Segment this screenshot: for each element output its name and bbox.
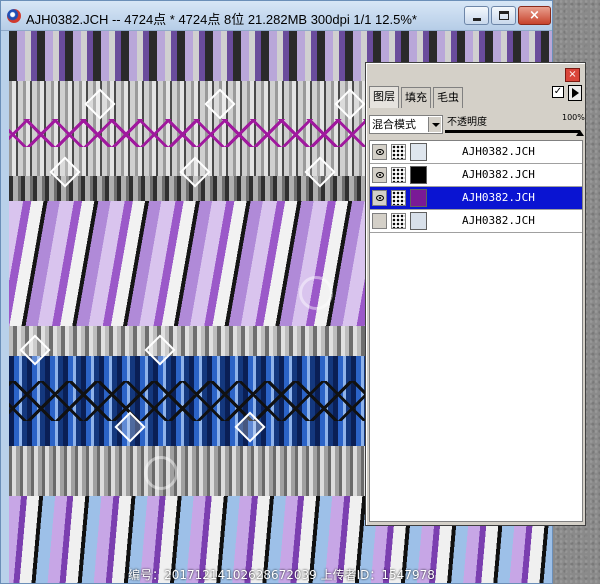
close-button[interactable]: × xyxy=(518,6,551,25)
palette-menu-arrow-icon[interactable] xyxy=(568,85,582,101)
layer-name: AJH0382.JCH xyxy=(462,168,535,181)
close-icon: × xyxy=(529,8,540,23)
opacity-slider-fill xyxy=(445,130,580,132)
palette-close-button[interactable]: × xyxy=(565,68,580,82)
layer-color-swatch[interactable] xyxy=(410,143,427,161)
watermark-logo-icon xyxy=(144,456,178,490)
layer-row[interactable]: AJH0382.JCH xyxy=(370,164,582,187)
maximize-button[interactable] xyxy=(491,6,516,25)
layer-mask-icon[interactable] xyxy=(391,167,406,183)
minimize-button[interactable] xyxy=(464,6,489,25)
layer-color-swatch[interactable] xyxy=(410,212,427,230)
palette-checkbox[interactable]: ✓ xyxy=(552,86,564,98)
tab-fill[interactable]: 填充 xyxy=(401,87,431,108)
opacity-slider-thumb[interactable] xyxy=(576,130,584,136)
blend-mode-value: 混合模式 xyxy=(372,118,416,131)
tab-caterpillar[interactable]: 毛虫 xyxy=(433,87,463,108)
visibility-toggle[interactable] xyxy=(372,144,387,160)
maximize-icon xyxy=(499,11,509,20)
app-icon[interactable] xyxy=(7,9,21,23)
window-title: AJH0382.JCH -- 4724点 * 4724点 8位 21.282MB… xyxy=(26,12,417,27)
layer-row[interactable]: AJH0382.JCH xyxy=(370,141,582,164)
visibility-toggle[interactable] xyxy=(372,190,387,206)
layer-mask-icon[interactable] xyxy=(391,144,406,160)
layer-mask-icon[interactable] xyxy=(391,190,406,206)
layer-mask-icon[interactable] xyxy=(391,213,406,229)
minimize-icon xyxy=(473,18,481,21)
layer-name: AJH0382.JCH xyxy=(462,145,535,158)
tab-layers[interactable]: 图层 xyxy=(369,86,399,108)
layer-row[interactable]: AJH0382.JCH xyxy=(370,210,582,233)
opacity-slider[interactable] xyxy=(445,123,584,136)
title-bar[interactable]: AJH0382.JCH -- 4724点 * 4724点 8位 21.282MB… xyxy=(1,1,552,31)
watermark-logo-icon xyxy=(299,276,333,310)
visibility-toggle[interactable] xyxy=(372,167,387,183)
blend-mode-select[interactable]: 混合模式 xyxy=(369,115,443,134)
layers-palette: × 图层 填充 毛虫 ✓ 混合模式 不透明度 100% AJH0382.JCH … xyxy=(365,62,586,526)
eye-icon xyxy=(376,149,384,155)
layer-row[interactable]: AJH0382.JCH xyxy=(370,187,582,210)
eye-icon xyxy=(376,172,384,178)
palette-tabs: 图层 填充 毛虫 xyxy=(369,86,583,108)
visibility-toggle[interactable] xyxy=(372,213,387,229)
eye-icon xyxy=(376,195,384,201)
layer-name: AJH0382.JCH xyxy=(462,214,535,227)
watermark-caption: 编号：20171214102628672039 上传者ID：1547978 xyxy=(128,568,435,582)
layer-list: AJH0382.JCH AJH0382.JCH AJH0382.JCH AJH0… xyxy=(369,140,583,522)
opacity-value: 100% xyxy=(562,113,585,122)
layer-name: AJH0382.JCH xyxy=(462,191,535,204)
layer-color-swatch[interactable] xyxy=(410,166,427,184)
layer-color-swatch[interactable] xyxy=(410,189,427,207)
chevron-down-icon xyxy=(428,117,441,132)
